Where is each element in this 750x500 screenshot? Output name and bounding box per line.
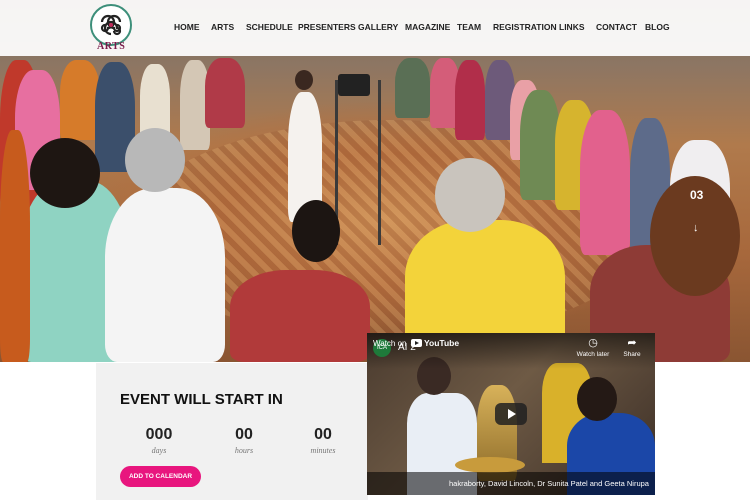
slide-down-arrow-icon[interactable]: ↓	[693, 222, 699, 234]
countdown-title: EVENT WILL START IN	[120, 391, 283, 408]
share-button[interactable]: ➦ Share	[610, 337, 654, 358]
share-icon: ➦	[627, 337, 637, 349]
countdown-days: 000 days	[129, 426, 189, 455]
countdown-value: 00	[314, 426, 332, 443]
main-nav: HOME ARTS SCHEDULE PRESENTERS GALLERY MA…	[0, 22, 750, 36]
nav-schedule[interactable]: SCHEDULE	[246, 22, 293, 32]
youtube-text: YouTube	[424, 338, 460, 348]
nav-gallery[interactable]: GALLERY	[358, 22, 398, 32]
youtube-logo[interactable]: YouTube	[411, 338, 459, 348]
nav-registration[interactable]: REGISTRATION	[493, 22, 557, 32]
add-to-calendar-button[interactable]: ADD TO CALENDAR	[120, 466, 201, 487]
nav-arts[interactable]: ARTS	[211, 22, 234, 32]
clock-icon: ◷	[588, 337, 598, 349]
nav-team[interactable]: TEAM	[457, 22, 481, 32]
watch-later-button[interactable]: ◷ Watch later	[571, 337, 615, 358]
nav-home[interactable]: HOME	[174, 22, 200, 32]
watch-later-label: Watch later	[576, 351, 610, 358]
youtube-video-embed[interactable]: ICA AI 2 ◷ Watch later ➦ Share Watch on …	[367, 333, 655, 495]
video-caption: hakraborty, David Lincoln, Dr Sunita Pat…	[449, 479, 649, 488]
nav-presenters[interactable]: PRESENTERS	[298, 22, 356, 32]
countdown-minutes: 00 minutes	[293, 426, 353, 455]
nav-contact[interactable]: CONTACT	[596, 22, 637, 32]
slide-number: 03	[690, 188, 704, 202]
countdown-label: days	[151, 446, 167, 455]
share-label: Share	[623, 351, 641, 358]
play-button[interactable]	[495, 403, 527, 425]
countdown-value: 000	[145, 426, 173, 443]
logo-text: ARTS	[97, 41, 126, 52]
countdown-label: hours	[234, 446, 254, 455]
youtube-play-icon	[411, 339, 422, 347]
nav-links[interactable]: LINKS	[559, 22, 585, 32]
countdown-panel: EVENT WILL START IN 000 days 00 hours 00…	[96, 363, 368, 500]
nav-blog[interactable]: BLOG	[645, 22, 670, 32]
site-header: ARTS HOME ARTS SCHEDULE PRESENTERS GALLE…	[0, 0, 750, 56]
watch-on-label[interactable]: Watch on	[373, 339, 407, 348]
nav-magazine[interactable]: MAGAZINE	[405, 22, 450, 32]
countdown-label: minutes	[310, 446, 336, 455]
countdown-hours: 00 hours	[214, 426, 274, 455]
countdown-value: 00	[235, 426, 253, 443]
